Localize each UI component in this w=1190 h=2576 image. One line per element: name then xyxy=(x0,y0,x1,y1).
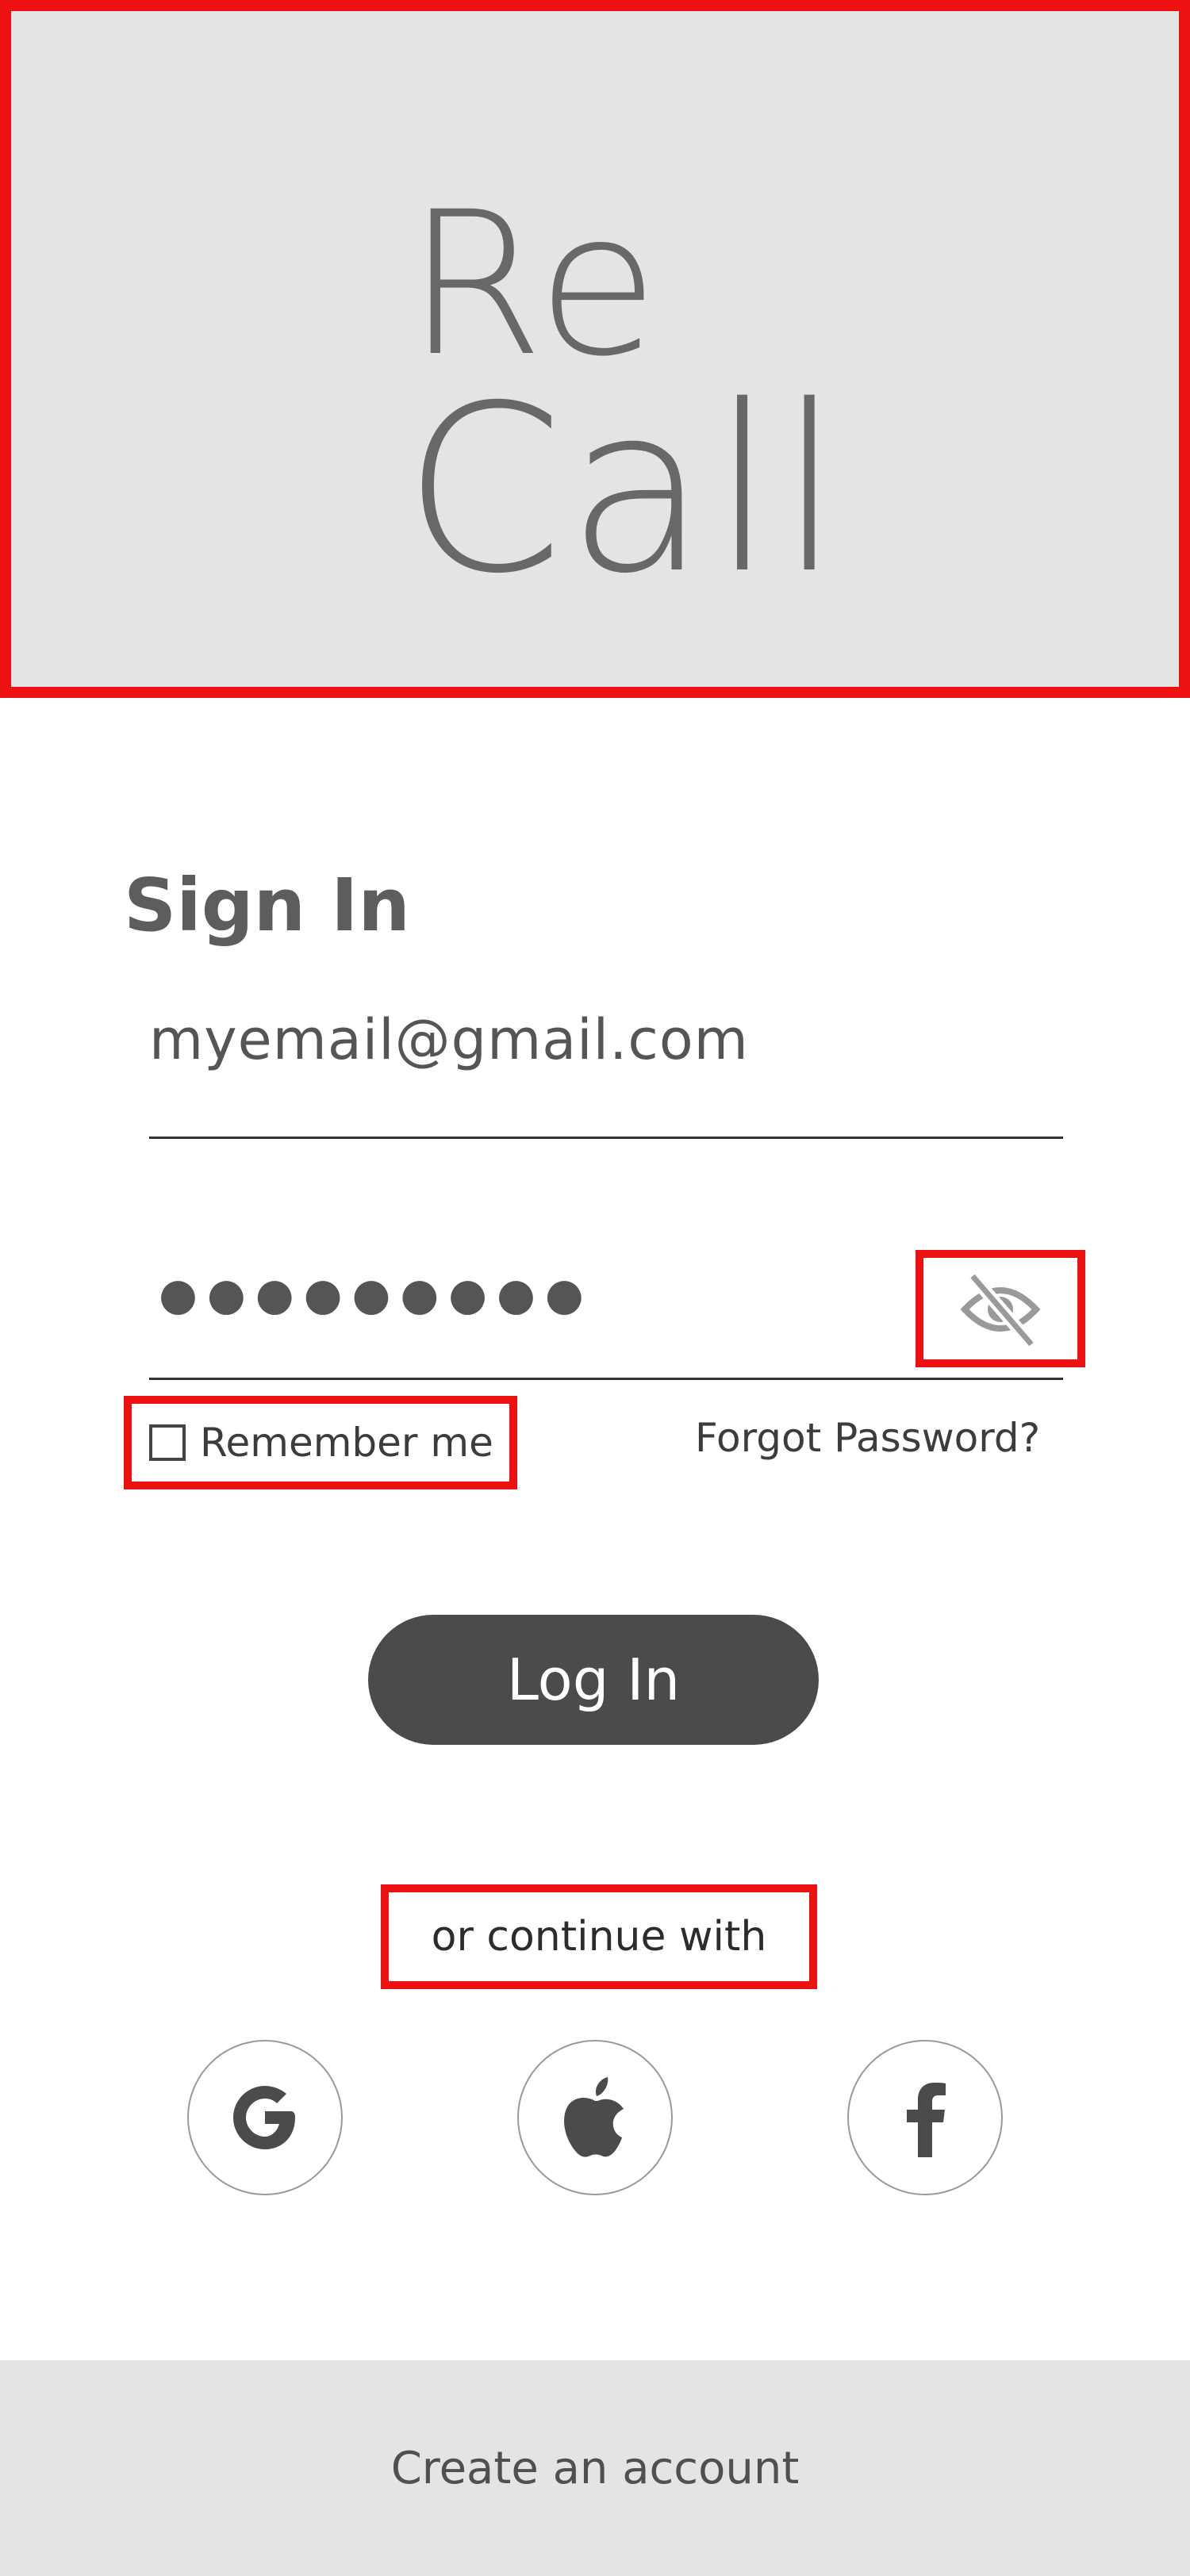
login-button[interactable]: Log In xyxy=(368,1615,819,1745)
facebook-login-button[interactable] xyxy=(847,2040,1003,2195)
continue-with-label: or continue with xyxy=(431,1913,767,1961)
facebook-icon xyxy=(907,2083,946,2157)
footer: Create an account xyxy=(0,2360,1190,2576)
apple-icon xyxy=(564,2077,624,2157)
forgot-password-link[interactable]: Forgot Password? xyxy=(695,1415,1040,1461)
password-visibility-toggle[interactable] xyxy=(916,1250,1085,1367)
remember-label: Remember me xyxy=(200,1420,493,1466)
google-login-button[interactable] xyxy=(187,2040,343,2195)
eye-off-icon xyxy=(960,1271,1041,1349)
create-account-link[interactable]: Create an account xyxy=(391,2443,800,2494)
login-button-label: Log In xyxy=(506,1646,681,1713)
logo-panel: Re Call xyxy=(0,0,1190,698)
logo-text-call: Call xyxy=(403,357,846,624)
apple-login-button[interactable] xyxy=(517,2040,673,2195)
email-value: myemail@gmail.com xyxy=(149,1007,749,1072)
email-field[interactable]: myemail@gmail.com xyxy=(149,1007,1063,1139)
remember-checkbox[interactable] xyxy=(149,1424,186,1461)
logo-text-re: Re xyxy=(406,169,661,400)
continue-with-divider: or continue with xyxy=(381,1884,817,1989)
password-value: ●●●●●●●●● xyxy=(159,1269,593,1321)
page-title: Sign In xyxy=(124,863,410,948)
google-icon xyxy=(233,2086,295,2149)
remember-me[interactable]: Remember me xyxy=(124,1396,517,1489)
